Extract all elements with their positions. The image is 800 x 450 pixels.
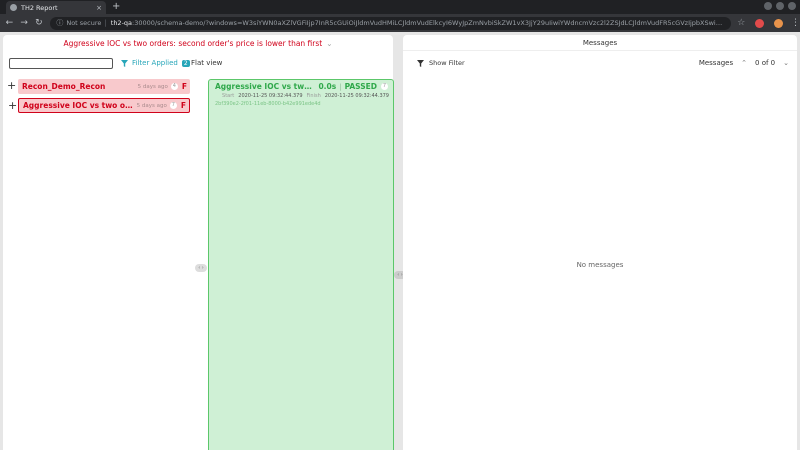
expand-icon[interactable]: + (7, 79, 16, 93)
tree-item-age: 5 days ago (137, 83, 168, 90)
profile-avatar[interactable] (774, 18, 783, 28)
start-time: 2020-11-25 09:32:44.379 (238, 93, 303, 99)
tree-item-count-badge: 7 (169, 102, 177, 109)
filter-count-badge: 2 (181, 59, 190, 67)
event-id: 2bf390e2-2f01-11eb-8000-b42e991ede4d (215, 101, 321, 107)
event-count-badge: 7 (381, 83, 388, 90)
reload-button[interactable]: ↻ (34, 18, 45, 28)
tab-close-icon[interactable]: × (96, 4, 102, 12)
tree-item-status: F (180, 101, 186, 110)
minimize-icon[interactable] (764, 2, 772, 10)
panel-splitter-handle[interactable]: ‹ › (195, 264, 207, 272)
new-tab-button[interactable]: + (112, 1, 120, 13)
tree-item-name: Recon_Demo_Recon (22, 82, 106, 91)
show-filter-button[interactable]: Show Filter (417, 59, 465, 67)
address-path: :30000/schema-demo/?windows=W3siYWN0aXZl… (132, 19, 725, 27)
browser-tab-bar: TH2 Report × + (0, 0, 800, 14)
event-detail-card[interactable]: Aggressive IOC vs two orders: ... 0.0s |… (208, 79, 394, 450)
extension-icon[interactable] (755, 18, 765, 28)
empty-state-text: No messages (576, 261, 624, 269)
tab-title: TH2 Report (21, 3, 58, 12)
expand-icon[interactable]: + (8, 99, 17, 113)
tree-item-age: 5 days ago (136, 102, 167, 109)
tree-item-status: F (181, 82, 187, 91)
events-panel: Aggressive IOC vs two orders: second ord… (3, 35, 394, 450)
finish-label: Finish (306, 93, 321, 99)
flat-view-toggle[interactable]: Flat view (191, 59, 222, 67)
favicon-icon (10, 4, 17, 11)
start-label: Start (222, 93, 235, 99)
event-status: PASSED (344, 82, 377, 91)
chevron-down-icon[interactable]: ⌄ (326, 39, 332, 48)
chevron-down-icon[interactable]: ⌄ (783, 59, 789, 67)
messages-navigation: Messages ⌃ 0 of 0 ⌄ (699, 59, 789, 67)
close-window-icon[interactable] (788, 2, 796, 10)
filter-icon (417, 59, 424, 67)
tree-item-selected[interactable]: + Aggressive IOC vs two orders: s... 5 d… (8, 98, 190, 113)
filter-icon (121, 59, 128, 67)
address-host: th2-qa (110, 19, 133, 27)
events-panel-title: Aggressive IOC vs two orders: second ord… (63, 38, 323, 48)
browser-menu-icon[interactable]: ⋮ (791, 18, 800, 28)
info-icon[interactable]: ⓘ (56, 18, 63, 28)
event-duration: 0.0s (318, 82, 337, 91)
tree-item-name: Aggressive IOC vs two orders: s... (23, 101, 134, 110)
window-controls (764, 2, 796, 10)
messages-panel-title: Messages (403, 35, 797, 51)
bookmark-star-icon[interactable]: ☆ (737, 18, 745, 28)
show-filter-label: Show Filter (429, 59, 465, 67)
security-label: Not secure (66, 19, 102, 27)
browser-nav-bar: ← → ↻ ⓘ Not secure | th2-qa :30000/schem… (0, 14, 800, 32)
events-panel-header[interactable]: Aggressive IOC vs two orders: second ord… (3, 35, 393, 51)
event-name: Aggressive IOC vs two orders: ... (215, 82, 314, 91)
event-card-header: Aggressive IOC vs two orders: ... 0.0s |… (215, 82, 388, 91)
messages-nav-label: Messages (698, 59, 734, 67)
address-bar[interactable]: ⓘ Not secure | th2-qa :30000/schema-demo… (50, 16, 732, 30)
messages-panel: Messages Show Filter Messages ⌃ 0 of 0 ⌄… (403, 35, 797, 450)
event-times: Start 2020-11-25 09:32:44.379 Finish 202… (209, 93, 393, 99)
messages-counter: 0 of 0 (755, 59, 776, 67)
maximize-icon[interactable] (776, 2, 784, 10)
finish-time: 2020-11-25 09:32:44.379 (324, 93, 389, 99)
filter-label: Filter Applied (132, 59, 178, 67)
back-button[interactable]: ← (4, 18, 15, 28)
filter-applied-button[interactable]: Filter Applied 2 (121, 59, 190, 67)
events-search-input[interactable] (9, 58, 113, 69)
forward-button[interactable]: → (19, 18, 30, 28)
browser-tab[interactable]: TH2 Report × (6, 1, 106, 14)
tree-item[interactable]: + Recon_Demo_Recon 5 days ago 4 F (7, 79, 190, 94)
app-area: Aggressive IOC vs two orders: second ord… (0, 32, 800, 450)
tree-item-count-badge: 4 (170, 83, 178, 90)
chevron-up-icon[interactable]: ⌃ (741, 59, 747, 67)
